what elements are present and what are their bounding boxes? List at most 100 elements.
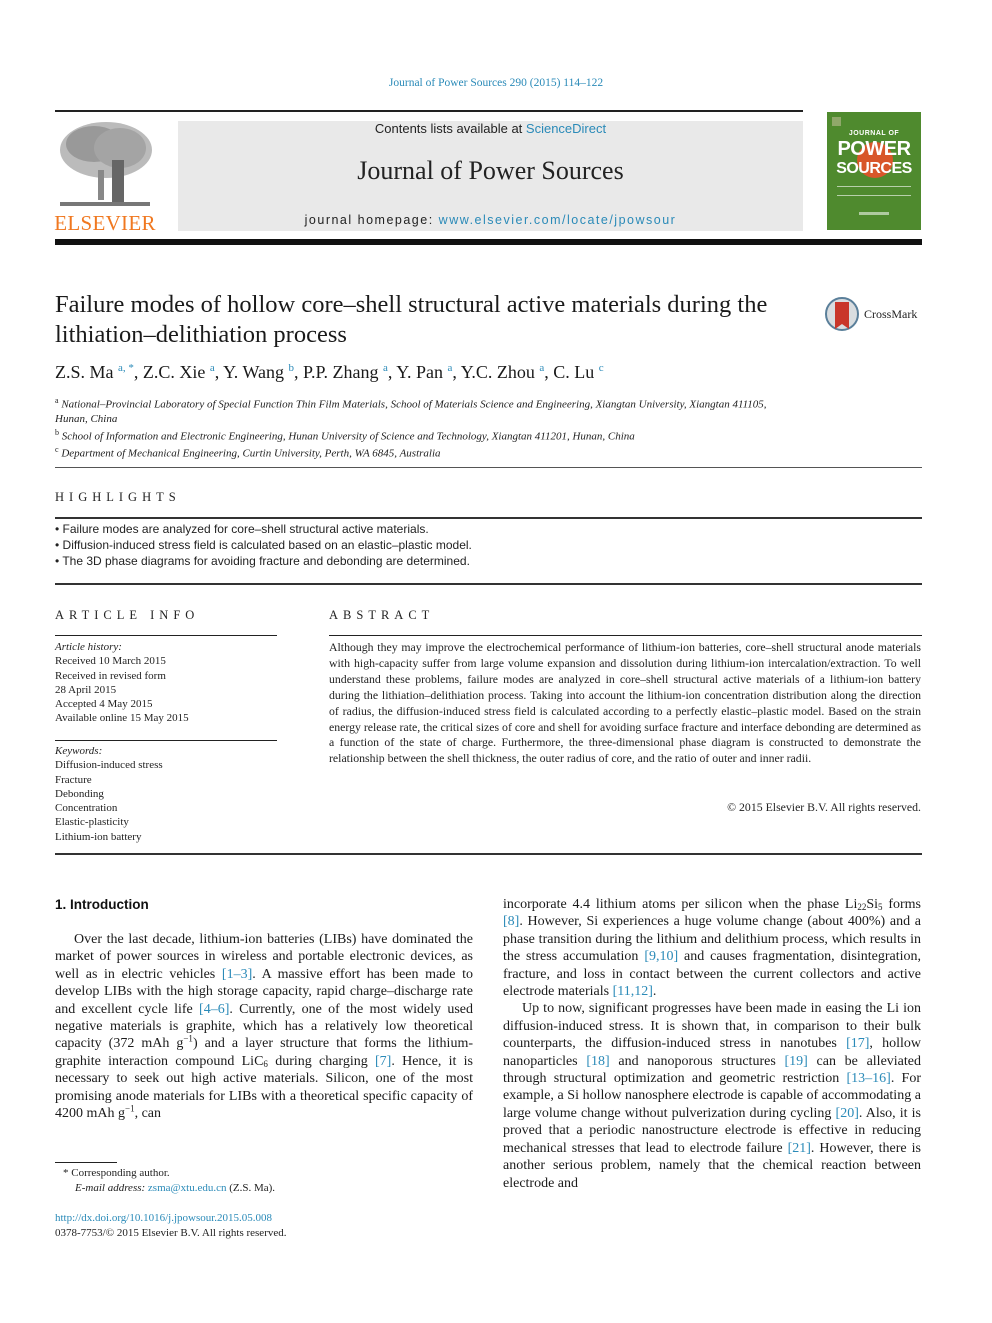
body-paragraph: Over the last decade, lithium-ion batter… xyxy=(55,932,474,1122)
author: Z.C. Xie a, xyxy=(142,362,224,382)
homepage-line: journal homepage: www.elsevier.com/locat… xyxy=(178,213,803,227)
cover-kicker: JOURNAL OF xyxy=(848,130,900,137)
affiliation: a National–Provincial Laboratory of Spec… xyxy=(55,396,767,425)
divider xyxy=(329,635,922,636)
divider xyxy=(55,517,922,519)
tree-icon xyxy=(60,122,152,206)
abstract-text: Although they may improve the electroche… xyxy=(329,640,921,766)
abstract-copyright: © 2015 Elsevier B.V. All rights reserved… xyxy=(727,800,921,814)
author: Y.C. Zhou a, xyxy=(460,362,554,382)
journal-title: Journal of Power Sources xyxy=(357,156,624,185)
body-paragraph: Up to now, significant progresses have b… xyxy=(503,1001,922,1191)
article-info-heading: ARTICLE INFO xyxy=(55,608,200,622)
crossmark-label: CrossMark xyxy=(864,307,918,321)
highlights-heading: HIGHLIGHTS xyxy=(55,490,181,504)
history-item: Accepted 4 May 2015 xyxy=(55,698,153,711)
doi-block: http://dx.doi.org/10.1016/j.jpowsour.201… xyxy=(55,1211,475,1241)
body-column-left: Over the last decade, lithium-ion batter… xyxy=(55,931,473,1122)
header-rule xyxy=(55,110,803,112)
author: P.P. Zhang a, xyxy=(303,362,397,382)
body-column-right: incorporate 4.4 lithium atoms per silico… xyxy=(503,896,921,1192)
history-item: 28 April 2015 xyxy=(55,683,117,696)
keyword: Fracture xyxy=(55,773,92,786)
history-item: Available online 15 May 2015 xyxy=(55,712,189,725)
keyword: Elastic-plasticity xyxy=(55,816,129,829)
affiliations: a National–Provincial Laboratory of Spec… xyxy=(55,394,795,461)
email-note: E-mail address: zsma@xtu.edu.cn (Z.S. Ma… xyxy=(55,1181,475,1196)
doi-link[interactable]: http://dx.doi.org/10.1016/j.jpowsour.201… xyxy=(55,1211,475,1226)
history-item: Received in revised form xyxy=(55,669,166,682)
issn-copyright: 0378-7753/© 2015 Elsevier B.V. All right… xyxy=(55,1227,287,1239)
citation-link[interactable]: [20] xyxy=(836,1106,859,1121)
author: Y. Pan a, xyxy=(396,362,461,382)
author-list: Z.S. Ma a, *, Z.C. Xie a, Y. Wang b, P.P… xyxy=(55,362,915,383)
highlight-item: • Diffusion-induced stress field is calc… xyxy=(55,538,472,552)
author-affil-link[interactable]: c xyxy=(599,362,604,374)
paper-title: Failure modes of hollow core–shell struc… xyxy=(55,291,768,348)
citation-link[interactable]: [18] xyxy=(586,1054,609,1069)
keyword: Debonding xyxy=(55,787,104,800)
journal-citation-link[interactable]: Journal of Power Sources 290 (2015) 114–… xyxy=(0,77,992,89)
sciencedirect-link[interactable]: ScienceDirect xyxy=(526,121,606,136)
keyword: Diffusion-induced stress xyxy=(55,759,163,772)
email-suffix: (Z.S. Ma). xyxy=(226,1182,276,1194)
email-link[interactable]: zsma@xtu.edu.cn xyxy=(148,1182,227,1194)
citation-link[interactable]: [4–6] xyxy=(199,1002,229,1017)
affiliation: b School of Information and Electronic E… xyxy=(55,427,635,443)
abstract-heading: ABSTRACT xyxy=(329,608,435,622)
header-thick-rule xyxy=(55,239,922,245)
author: C. Lu c xyxy=(553,362,604,382)
email-label: E-mail address: xyxy=(75,1182,148,1194)
subscript: 22 xyxy=(857,902,867,912)
highlight-item: • The 3D phase diagrams for avoiding fra… xyxy=(55,554,470,568)
corresponding-author-note: * Corresponding author. xyxy=(63,1167,170,1179)
cover-footer-line xyxy=(859,212,889,215)
keywords-label: Keywords: xyxy=(55,745,103,757)
citation-link[interactable]: [19] xyxy=(784,1054,807,1069)
cover-subtitle-lines xyxy=(837,186,911,196)
homepage-link[interactable]: www.elsevier.com/locate/jpowsour xyxy=(439,213,677,227)
crossmark-badge[interactable]: CrossMark xyxy=(825,297,935,337)
footnotes: * Corresponding author. E-mail address: … xyxy=(55,1166,475,1196)
author: Y. Wang b, xyxy=(223,362,304,382)
contents-line: Contents lists available at ScienceDirec… xyxy=(178,121,803,136)
history-item: Received 10 March 2015 xyxy=(55,655,166,668)
homepage-prefix: journal homepage: xyxy=(304,213,439,227)
divider xyxy=(55,853,922,855)
citation-link[interactable]: [21] xyxy=(788,1141,811,1156)
subscript: 6 xyxy=(263,1058,268,1069)
author-affil-link[interactable]: a, * xyxy=(118,362,134,374)
keyword: Concentration xyxy=(55,802,118,815)
history-label: Article history: xyxy=(55,641,122,653)
citation-link[interactable]: [11,12] xyxy=(613,984,653,999)
cover-publisher-icon xyxy=(832,117,841,126)
elsevier-wordmark: ELSEVIER xyxy=(54,211,156,235)
crossmark-ribbon-icon xyxy=(835,302,849,329)
citation-link[interactable]: [9,10] xyxy=(644,949,678,964)
divider xyxy=(55,635,277,636)
keywords: Keywords: Diffusion-induced stress Fract… xyxy=(55,744,277,844)
superscript: −1 xyxy=(183,1033,193,1044)
cover-word-sources: SOURCES xyxy=(836,160,912,177)
divider xyxy=(55,467,922,468)
article-history: Article history: Received 10 March 2015 … xyxy=(55,640,277,726)
footnote-rule xyxy=(55,1162,117,1163)
citation-link[interactable]: [7] xyxy=(375,1054,391,1069)
divider xyxy=(55,740,277,741)
superscript: −1 xyxy=(125,1103,135,1114)
body-paragraph: incorporate 4.4 lithium atoms per silico… xyxy=(503,897,921,1000)
section-heading-introduction: 1. Introduction xyxy=(55,897,149,912)
highlight-item: • Failure modes are analyzed for core–sh… xyxy=(55,522,429,536)
highlights-list: • Failure modes are analyzed for core–sh… xyxy=(55,521,915,569)
author: Z.S. Ma a, *, xyxy=(55,362,143,382)
citation-link[interactable]: [1–3] xyxy=(222,967,252,982)
subscript: 5 xyxy=(878,902,883,912)
keyword: Lithium-ion battery xyxy=(55,830,142,843)
affiliation: c Department of Mechanical Engineering, … xyxy=(55,445,441,460)
citation-link[interactable]: [13–16] xyxy=(847,1071,891,1086)
citation-link[interactable]: [8] xyxy=(503,914,519,929)
divider xyxy=(55,583,922,585)
cover-word-power: POWER xyxy=(837,138,911,160)
journal-cover-thumbnail[interactable]: JOURNAL OF POWER SOURCES xyxy=(827,112,921,230)
citation-link[interactable]: [17] xyxy=(846,1036,869,1051)
